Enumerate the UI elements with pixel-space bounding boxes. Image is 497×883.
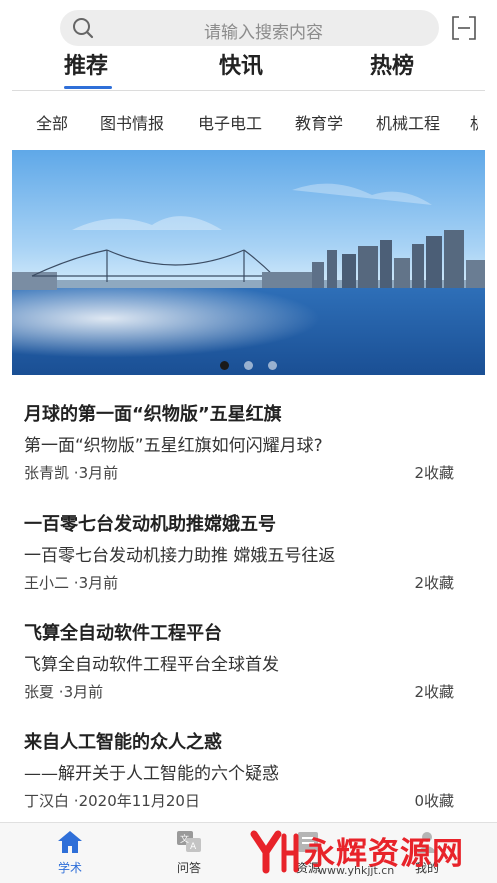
carousel-dots — [12, 355, 485, 374]
carousel-dot[interactable] — [268, 361, 278, 370]
carousel-dot[interactable] — [219, 361, 229, 370]
nav-item-academic[interactable]: 学术 — [35, 829, 105, 876]
article-meta: 王小二 ·3月前 2收藏 — [24, 572, 456, 594]
category-tab-all[interactable]: 全部 — [36, 110, 68, 134]
article-time: ·3月前 — [73, 574, 119, 592]
tab-recommend[interactable]: 推荐 — [64, 48, 108, 80]
svg-text:文: 文 — [180, 833, 189, 845]
carousel-dot[interactable] — [244, 361, 253, 370]
article-favorites: 2收藏 — [414, 683, 454, 701]
category-tab-mechanical[interactable]: 机械工程 — [376, 110, 440, 134]
article-subtitle: ——解开关于人工智能的六个疑惑 — [24, 764, 279, 784]
active-tab-indicator — [64, 86, 112, 89]
category-tab-electrical[interactable]: 电子电工 — [198, 110, 262, 134]
article-author: 张夏 — [24, 683, 55, 701]
article-subtitle: 飞算全自动软件工程平台全球首发 — [24, 655, 279, 675]
article-title: 月球的第一面“织物版”五星红旗 — [24, 404, 282, 425]
article-favorites: 2收藏 — [414, 464, 454, 482]
search-input[interactable]: 请输入搜索内容 — [60, 10, 439, 46]
scan-icon[interactable] — [451, 15, 477, 41]
category-tab-library-info[interactable]: 图书情报 — [100, 110, 164, 134]
category-tab-education[interactable]: 教育学 — [295, 110, 343, 134]
article-item[interactable]: 飞算全自动软件工程平台 飞算全自动软件工程平台全球首发 张夏 ·3月前 2收藏 — [24, 621, 456, 703]
article-time: ·3月前 — [58, 683, 104, 701]
category-tab-partial[interactable]: 机 — [470, 110, 478, 134]
banner-image — [12, 150, 485, 375]
main-tabs: 推荐 快讯 热榜 — [0, 48, 497, 92]
category-tabs: 全部 图书情报 电子电工 教育学 机械工程 机 — [0, 110, 497, 134]
article-item[interactable]: 一百零七台发动机助推嫦娥五号 一百零七台发动机接力助推 嫦娥五号往返 王小二 ·… — [24, 512, 456, 594]
nav-item-qa[interactable]: 文 A 问答 — [154, 829, 224, 876]
article-favorites: 0收藏 — [414, 792, 454, 810]
home-icon — [58, 831, 82, 853]
article-item[interactable]: 月球的第一面“织物版”五星红旗 第一面“织物版”五星红旗如何闪耀月球? 张青凯 … — [24, 402, 456, 484]
tab-news-flash[interactable]: 快讯 — [219, 48, 263, 80]
tabs-divider — [12, 90, 485, 91]
article-title: 飞算全自动软件工程平台 — [24, 623, 222, 644]
tab-hot-list[interactable]: 热榜 — [370, 48, 414, 80]
article-favorites: 2收藏 — [414, 574, 454, 592]
article-meta: 丁汉白 ·2020年11月20日 0收藏 — [24, 790, 456, 812]
watermark-logo-icon — [250, 830, 299, 874]
article-time: ·2020年11月20日 — [73, 792, 200, 810]
article-meta: 张青凯 ·3月前 2收藏 — [24, 462, 456, 484]
nav-label: 问答 — [176, 861, 201, 875]
article-time: ·3月前 — [73, 464, 119, 482]
article-subtitle: 一百零七台发动机接力助推 嫦娥五号往返 — [24, 546, 336, 566]
search-bar-row: 请输入搜索内容 — [0, 10, 497, 46]
article-title: 来自人工智能的众人之惑 — [24, 732, 222, 753]
qa-translate-icon: 文 A — [177, 831, 201, 852]
search-placeholder: 请输入搜索内容 — [204, 23, 323, 43]
article-meta: 张夏 ·3月前 2收藏 — [24, 681, 456, 703]
watermark-url: www.yhkjjt.cn — [318, 864, 395, 877]
article-subtitle: 第一面“织物版”五星红旗如何闪耀月球? — [24, 436, 323, 456]
nav-label: 学术 — [57, 861, 82, 875]
article-title: 一百零七台发动机助推嫦娥五号 — [24, 514, 276, 535]
article-author: 丁汉白 — [24, 792, 70, 810]
svg-text:A: A — [190, 842, 197, 852]
article-item[interactable]: 来自人工智能的众人之惑 ——解开关于人工智能的六个疑惑 丁汉白 ·2020年11… — [24, 730, 456, 812]
banner-carousel[interactable] — [12, 150, 485, 375]
watermark: 永辉资源网 www.yhkjjt.cn — [248, 824, 493, 880]
article-author: 王小二 — [24, 574, 70, 592]
article-author: 张青凯 — [24, 464, 70, 482]
